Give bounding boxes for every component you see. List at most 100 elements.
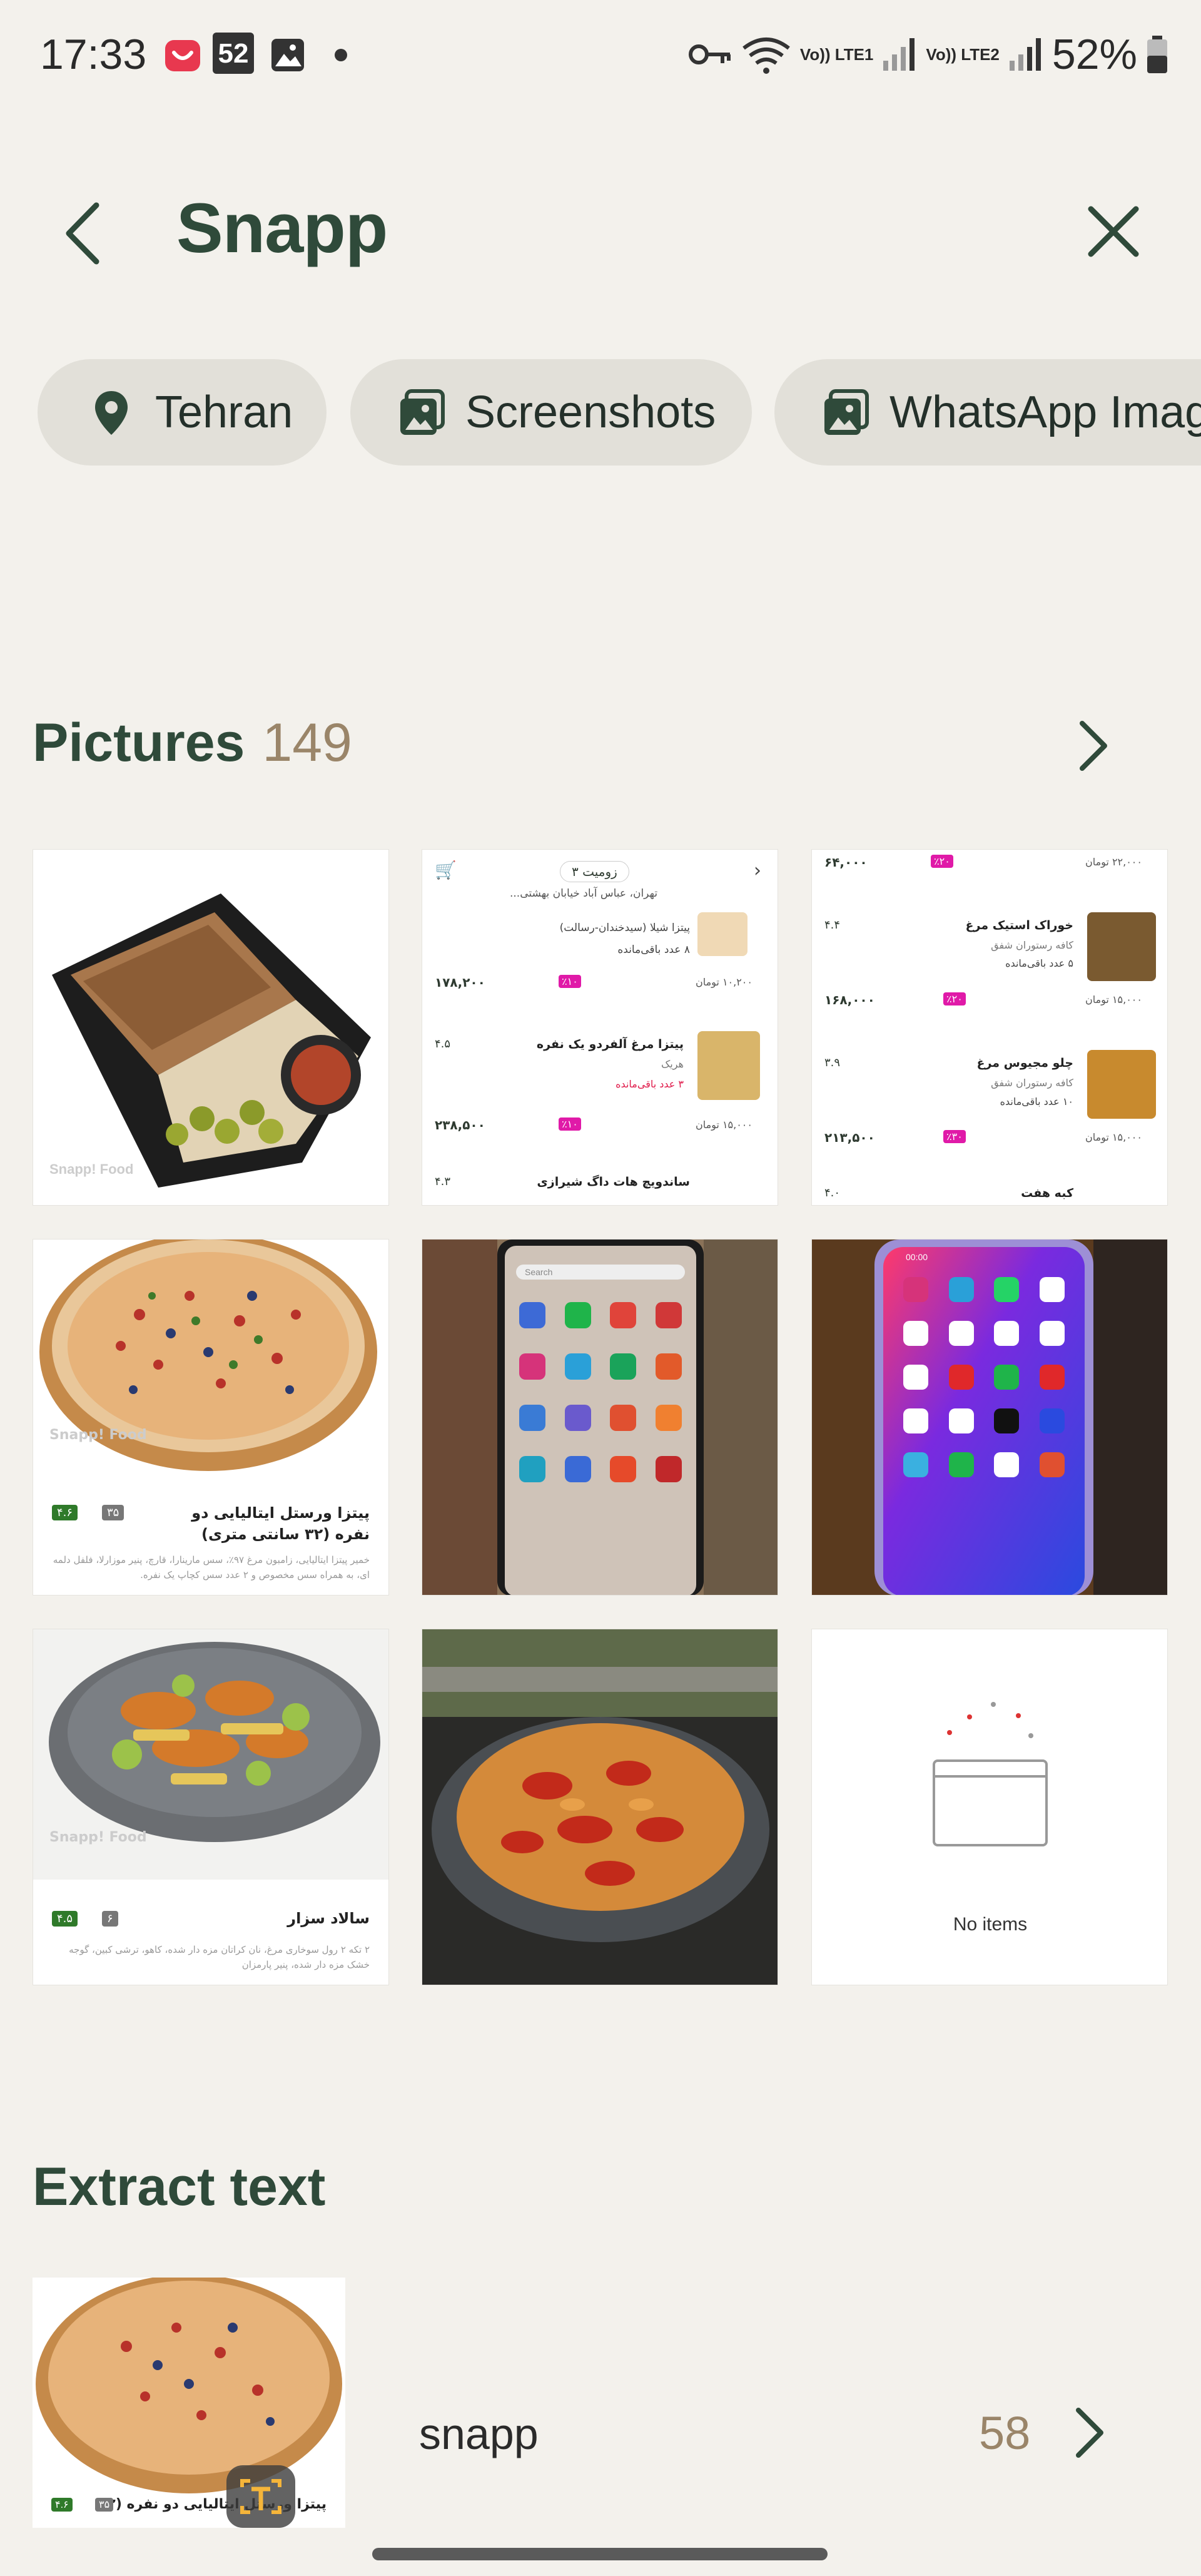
chip-screenshots[interactable]: Screenshots [350, 359, 752, 466]
delivery-fee: ۱۰,۲۰۰ تومان [695, 976, 753, 988]
location-pin-icon [95, 391, 128, 435]
text-scan-icon [240, 2479, 281, 2514]
text-extract-icon [226, 2465, 295, 2528]
discount-badge: ٪۱۰ [559, 1117, 581, 1131]
app-icon [994, 1408, 1020, 1433]
home-indicator[interactable] [372, 2548, 828, 2560]
picture-thumb-2[interactable]: زومیت ۳ 🛒 ‹ تهران، عباس آباد خیابان بهشت… [422, 849, 778, 1206]
item-rating: ۴.۳ [435, 1175, 451, 1188]
picture-thumb-1[interactable]: Snapp! Food [33, 849, 389, 1206]
picture-thumb-4[interactable]: Snapp! Food پیتزا ورستل ایتالیایی دو نفر… [33, 1239, 389, 1596]
item-name: ساندویچ هات داگ شیرازی [537, 1175, 690, 1189]
extract-text-title: Extract text [33, 2157, 326, 2217]
search-bar: Search [525, 1267, 553, 1277]
app-icon [903, 1277, 929, 1302]
battery-text: 52% [1052, 31, 1137, 78]
pictures-header[interactable]: Pictures 149 [33, 712, 352, 774]
item-price: ۶۴,۰۰۰ [824, 855, 868, 870]
address: تهران، عباس آباد خیابان بهشتی... [510, 887, 658, 900]
chevron-right-icon[interactable] [1071, 715, 1115, 777]
item-name: کبه هفت [1021, 1186, 1073, 1200]
item-stock: ۸ عدد باقی‌مانده [617, 944, 690, 956]
discount-badge: ٪۳۰ [943, 1130, 966, 1143]
app-notification-icon [165, 40, 200, 71]
chevron-icon: ‹ [754, 860, 761, 882]
picture-thumb-empty[interactable]: No items [811, 1629, 1168, 1985]
item-name: پیتزا شیلا (سیدخندان-رسالت) [559, 922, 690, 934]
picture-thumb-6[interactable]: 00:00 [811, 1239, 1168, 1596]
item-name: سالاد سزار [287, 1910, 370, 1927]
app-grid [510, 1302, 691, 1482]
app-icon [903, 1321, 929, 1346]
app-icon [903, 1408, 929, 1433]
picture-thumb-3[interactable]: ۶۴,۰۰۰ ٪۲۰ ۲۲,۰۰۰ تومان خوراک استیک مرغ … [811, 849, 1168, 1206]
page-title: Snapp [176, 189, 388, 267]
food-photo [422, 1629, 778, 1985]
back-button[interactable] [60, 199, 110, 268]
status-right: Vo)) LTE1 Vo)) LTE2 52% [687, 30, 1168, 79]
sim2-label: Vo)) LTE2 [926, 45, 1000, 64]
close-button[interactable] [1082, 200, 1145, 263]
chevron-right-icon[interactable] [1067, 2401, 1111, 2464]
app-icon [903, 1365, 929, 1390]
pictures-count: 149 [262, 713, 352, 773]
picture-thumb-8[interactable] [422, 1629, 778, 1985]
extract-text-label[interactable]: snapp [419, 2409, 539, 2459]
app-icon [610, 1456, 637, 1482]
comments-badge: ۳۵ [102, 1505, 124, 1520]
dot-icon [335, 49, 347, 61]
app-icon [1039, 1408, 1065, 1433]
chip-tehran[interactable]: Tehran [38, 359, 327, 466]
app-icon [1039, 1365, 1065, 1390]
item-name: خوراک استیک مرغ [965, 919, 1073, 932]
app-icon [948, 1365, 974, 1390]
watermark: Snapp! Food [49, 1161, 134, 1177]
picture-thumb-5[interactable]: Search [422, 1239, 778, 1596]
app-icon [655, 1405, 682, 1431]
zoomit-pill: زومیت ۳ [560, 861, 629, 882]
app-icon [564, 1302, 591, 1328]
chip-whatsapp-images[interactable]: WhatsApp Imag [774, 359, 1201, 466]
item-stock: ۵ عدد باقی‌مانده [1005, 957, 1073, 969]
item-name: پیتزا ورستل ایتالیایی دو نفره (۳۲ سانتی … [191, 1504, 370, 1543]
delivery-fee: ۱۵,۰۰۰ تومان [1085, 994, 1142, 1005]
gallery-icon [400, 389, 445, 435]
chip-label: Tehran [155, 387, 293, 437]
item-sub: کافه رستوران شفق [991, 1077, 1073, 1089]
food-image [1087, 912, 1156, 981]
item-name: پیتزا مرغ آلفردو یک نفره [536, 1037, 684, 1051]
comments-badge: ۳۵ [95, 2498, 114, 2512]
app-icon [519, 1353, 546, 1380]
item-rating: ۴.۴ [824, 919, 841, 932]
pictures-title: Pictures [33, 713, 245, 773]
watermark: Snapp! Food [49, 1830, 147, 1845]
app-icon [948, 1321, 974, 1346]
app-icon [564, 1405, 591, 1431]
gallery-icon [824, 389, 869, 435]
item-price: ۲۱۳,۵۰۰ [824, 1130, 875, 1145]
item-desc: خمیر پیتزا ایتالیایی، زامبون مرغ ۹۷٪، سس… [53, 1554, 370, 1581]
item-price: ۱۷۸,۲۰۰ [435, 975, 485, 990]
item-rating: ۴.۵ [435, 1037, 451, 1051]
food-photo [33, 850, 388, 1205]
app-icon [519, 1405, 546, 1431]
app-icon [948, 1408, 974, 1433]
food-image [697, 912, 747, 956]
chip-label: WhatsApp Imag [889, 387, 1201, 437]
item-name: چلو مجیوس مرغ [976, 1056, 1074, 1070]
rating-badge: ۴.۶ [51, 2498, 73, 2512]
sim1-label: Vo)) LTE1 [799, 45, 874, 64]
rating-badge: ۴.۶ [52, 1505, 78, 1520]
app-icon [994, 1277, 1020, 1302]
app-icon [1039, 1321, 1065, 1346]
chip-label: Screenshots [465, 387, 716, 437]
comments-badge: ۶ [102, 1911, 118, 1927]
extract-text-thumb[interactable]: پیتزا ورستل ایتالیایی دو نفره (۳۲ ۴.۶ ۳۵ [33, 2278, 345, 2528]
app-icon [1039, 1452, 1065, 1477]
discount-badge: ٪۱۰ [559, 975, 581, 988]
wifi-icon [742, 38, 790, 74]
delivery-fee: ۱۵,۰۰۰ تومان [1085, 1131, 1142, 1143]
app-icon [903, 1452, 929, 1477]
food-image [1087, 1050, 1156, 1119]
picture-thumb-7[interactable]: Snapp! Food سالاد سزار ۴.۵ ۶ ۲ تکه ۲ رول… [33, 1629, 389, 1985]
